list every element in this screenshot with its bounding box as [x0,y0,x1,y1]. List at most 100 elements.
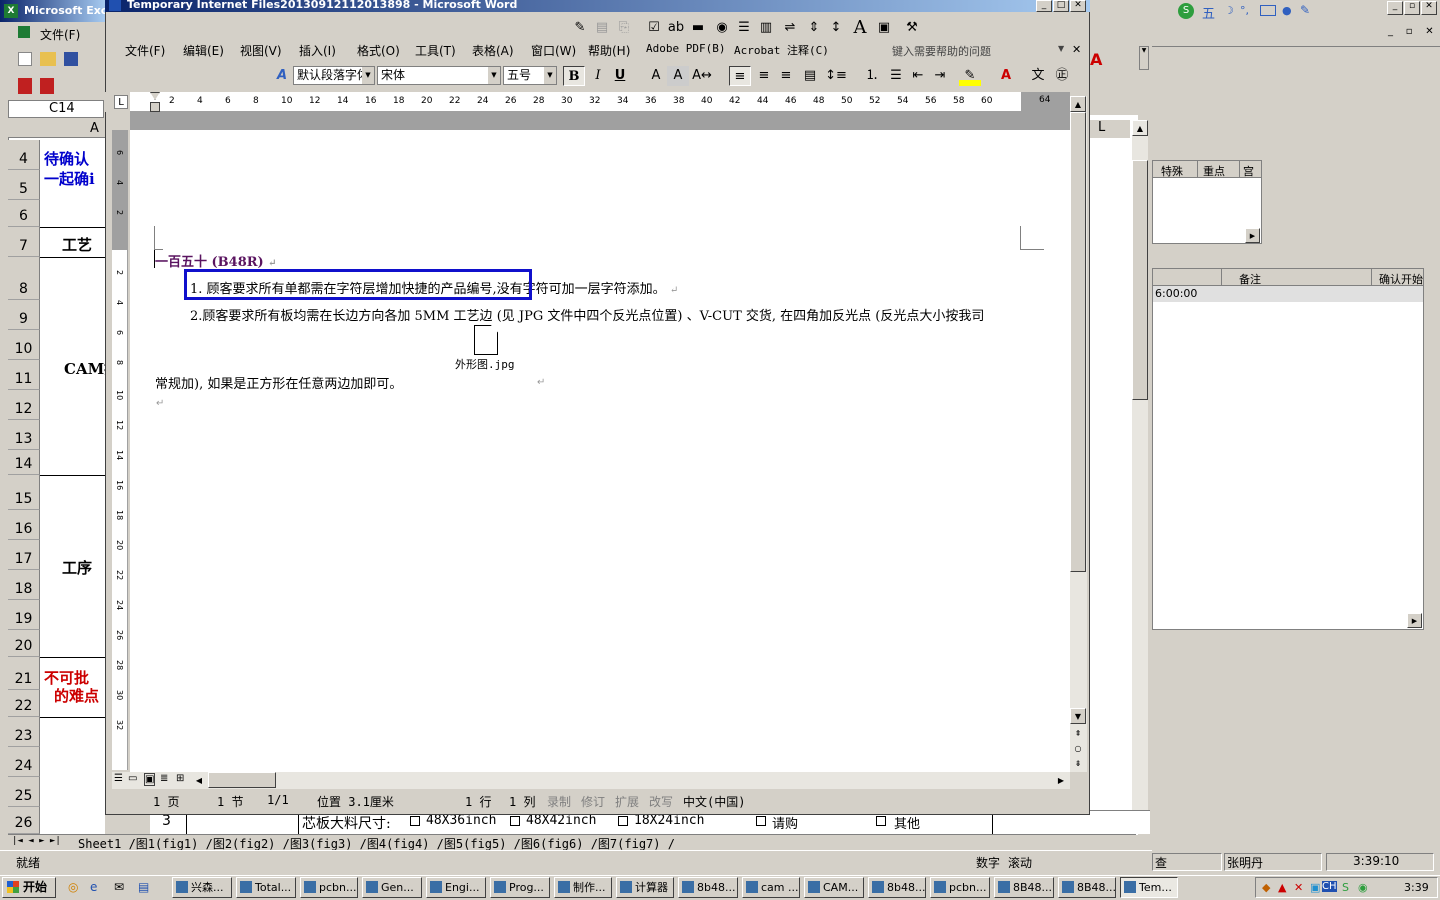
link-icon[interactable]: ⎘ [613,18,635,38]
menu-format[interactable]: 格式(O) [357,42,400,59]
menu-insert[interactable]: 插入(I) [299,42,336,59]
justify-icon[interactable]: ▤ [799,66,821,86]
excel-name-box[interactable]: C14 [8,100,104,118]
ime-mode[interactable]: 五 [1202,3,1215,22]
moon-icon[interactable]: ☽ [1224,4,1234,17]
row-header-4[interactable]: 4 [8,140,40,170]
checkbox-48x42[interactable] [510,816,520,826]
combo-icon[interactable]: ▬ [687,18,709,38]
scroll-right-icon[interactable]: ▶ [1407,613,1422,628]
tray-icon-3[interactable]: ✕ [1294,881,1303,894]
tray-icon-2[interactable]: ▲ [1278,881,1286,894]
row-header-25[interactable]: 25 [8,777,40,807]
tab-nav-icons[interactable]: |◄ ◄ ► ►| [12,836,61,846]
web-view-icon[interactable]: ▭ [128,773,137,784]
scroll-down-icon[interactable]: ▼ [1070,708,1086,724]
keyboard-icon[interactable] [1260,5,1276,16]
row-header-6[interactable]: 6 [8,200,40,227]
minimize-icon[interactable]: _ [1036,0,1052,12]
char-border-icon[interactable]: A [645,66,667,86]
word-horizontal-scrollbar[interactable]: ☰ ▭ ▣ ≣ ⊞ ◀ ▶ [112,772,1070,789]
taskbar-task[interactable]: 制作... [554,877,612,898]
left-indent-marker[interactable] [150,102,160,112]
underline-button[interactable]: U [609,66,631,86]
menu-acrobat-comments[interactable]: Acrobat 注释(C) [734,42,829,58]
row-header-14[interactable]: 14 [8,450,40,475]
size-combo[interactable]: 五号 ▼ [503,66,557,85]
outline-view-icon[interactable]: ≣ [160,773,168,784]
list-icon[interactable]: ☰ [733,18,755,38]
doc-heading[interactable]: 一百五十 (B48R) ↵ [155,251,277,270]
checkbox-other[interactable] [876,816,886,826]
row-header-22[interactable]: 22 [8,690,40,717]
punctuation-icon[interactable]: °, [1240,4,1249,17]
status-ext[interactable]: 扩展 [615,793,639,810]
italic-button[interactable]: I [587,66,609,86]
row-header-17[interactable]: 17 [8,540,40,570]
tab-selector[interactable]: L [105,92,130,112]
forms-icon[interactable]: ▤ [591,18,613,38]
scroll-up-icon[interactable]: ▲ [1070,96,1086,112]
bold-button[interactable]: B [563,66,585,86]
excel-title-bar[interactable]: X Microsoft Exce [0,0,105,22]
enclose-char-icon[interactable]: ㊣ [1051,66,1073,86]
doc-item-2[interactable]: 2.顾客要求所有板均需在长边方向各加 5MM 工艺边 (见 JPG 文件中四个反… [190,305,984,324]
taskbar-task[interactable]: Gen... [362,877,422,898]
image-icon[interactable]: ▣ [873,18,895,38]
row-header-7[interactable]: 7 [8,227,40,257]
word-title-bar[interactable]: Temporary Internet Files2013091211201389… [105,0,1090,12]
pdf-icon[interactable] [18,78,32,94]
rapp-main-grid[interactable]: 备注 确认开始 6:00:00 ▶ [1152,268,1424,630]
maximize-icon[interactable]: □ [1053,0,1069,12]
ie-icon[interactable]: e [90,880,97,894]
phonetic-icon[interactable]: 文 [1027,66,1049,86]
tools-icon[interactable]: ⚒ [901,18,923,38]
taskbar-task[interactable]: cam ... [742,877,800,898]
menu-edit[interactable]: 编辑(E) [183,42,224,59]
chevron-down-icon[interactable]: ▼ [488,67,500,84]
ime-toolbar[interactable]: S 五 ☽ °, ● ✎ _ ▫ ✕ [1152,0,1440,22]
align-center-icon[interactable]: ≡ [753,66,775,86]
excel-column-header[interactable]: A [8,120,105,138]
menu-adobe-pdf[interactable]: Adobe PDF(B) [646,42,725,55]
menu-table[interactable]: 表格(A) [472,42,514,59]
horizontal-ruler[interactable]: 2 4 6 8 10 12 14 16 18 20 22 24 26 28 30 32 34 36 38 40 42 44… [130,92,1070,112]
menu-help[interactable]: 帮助(H) [588,42,630,59]
status-trk[interactable]: 修订 [581,793,605,810]
excel-menu-file[interactable]: 文件(F) [40,26,80,43]
font-combo[interactable]: 宋体 ▼ [377,66,501,85]
decrease-indent-icon[interactable]: ⇤ [907,66,929,86]
chevron-down-icon[interactable]: ▼ [362,67,374,84]
chevron-down-icon[interactable]: ▼ [1058,44,1064,53]
scroll-thumb[interactable] [1132,160,1148,400]
checkbox-icon[interactable]: ☑ [643,18,665,38]
toggle-icon[interactable]: ⇌ [779,18,801,38]
increase-indent-icon[interactable]: ⇥ [929,66,951,86]
radio-icon[interactable]: ◉ [711,18,733,38]
checkbox-purchase[interactable] [756,816,766,826]
styles-icon[interactable]: A [271,66,293,86]
checkbox-48x36[interactable] [410,816,420,826]
numbering-icon[interactable]: ⒈ [861,66,883,86]
close-doc-icon[interactable]: ✕ [1072,43,1081,56]
grid-selected-row[interactable]: 6:00:00 [1153,286,1423,302]
status-rec[interactable]: 录制 [547,793,571,810]
next-page-icon[interactable]: ⇟ [1070,756,1086,770]
tray-icon-6[interactable]: ◉ [1358,881,1368,894]
row-header-24[interactable]: 24 [8,747,40,777]
file-caption[interactable]: 外形图.jpg [455,356,515,372]
scroll-up-icon[interactable]: ▲ [1132,120,1148,136]
save-icon[interactable] [64,52,78,66]
spin-icon[interactable]: ⇕ [803,18,825,38]
row-header-23[interactable]: 23 [8,717,40,747]
menu-view[interactable]: 视图(V) [240,42,282,59]
sogou-tray-icon[interactable]: S [1342,881,1349,894]
tab-stop-icon[interactable]: L [114,95,128,109]
minimize-icon[interactable]: _ [1387,1,1403,15]
open-icon[interactable] [40,52,56,66]
row-header-16[interactable]: 16 [8,510,40,540]
char-shading-icon[interactable]: A [667,66,689,86]
taskbar-task[interactable]: 兴森... [172,877,232,898]
help-search-input[interactable]: 键入需要帮助的问题 ▼ [888,42,1068,58]
document-page[interactable] [130,130,1070,772]
